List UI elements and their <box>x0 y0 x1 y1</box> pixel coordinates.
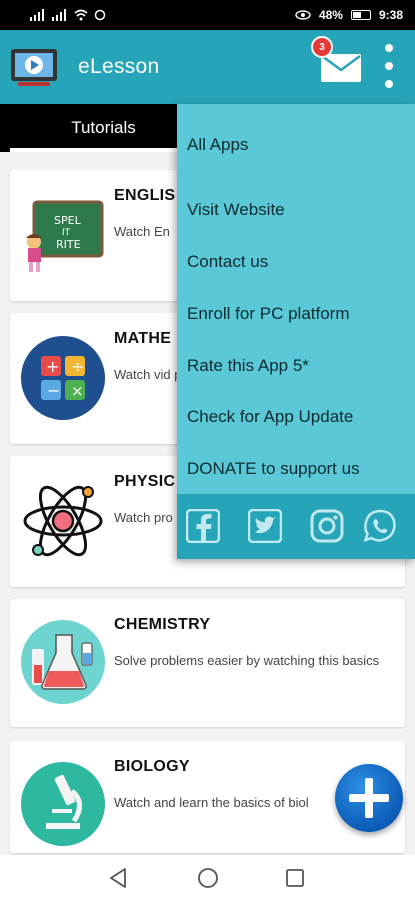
facebook-icon[interactable] <box>186 509 220 543</box>
dot-icon <box>385 62 393 70</box>
card-title: PHYSIC <box>114 473 176 490</box>
app-logo-icon <box>11 49 57 86</box>
svg-text:×: × <box>71 382 84 400</box>
signal-icon <box>52 9 66 21</box>
svg-text:SPEL: SPEL <box>54 214 82 227</box>
dot-icon <box>385 80 393 88</box>
plus-icon <box>349 778 389 818</box>
menu-item-rate-app[interactable]: Rate this App 5* <box>187 356 309 376</box>
clock: 9:38 <box>378 8 403 22</box>
recents-icon[interactable] <box>285 868 305 888</box>
tab-indicator <box>10 148 198 152</box>
svg-text:+: + <box>46 357 59 376</box>
menu-item-visit-website[interactable]: Visit Website <box>187 200 285 220</box>
status-right: 48% 9:38 <box>295 8 403 22</box>
menu-item-donate[interactable]: DONATE to support us <box>187 459 360 479</box>
card-title: BIOLOGY <box>114 758 190 775</box>
app-title: eLesson <box>78 55 160 78</box>
eye-icon <box>295 10 311 20</box>
battery-percent: 48% <box>318 8 343 22</box>
chalkboard-icon: SPEL IT RITE <box>26 200 104 272</box>
card-title: MATHE <box>114 330 172 347</box>
system-nav-bar <box>0 855 415 900</box>
card-title: ENGLIS <box>114 187 176 204</box>
svg-text:IT: IT <box>62 228 71 238</box>
calculator-icon: + ÷ − × <box>21 336 105 420</box>
dot-icon <box>385 44 393 52</box>
add-fab-button[interactable] <box>335 764 403 832</box>
status-bar: 48% 9:38 <box>0 0 415 30</box>
card-description: Solve problems easier by watching this b… <box>114 653 380 668</box>
menu-item-contact-us[interactable]: Contact us <box>187 252 268 272</box>
app-bar: eLesson 3 <box>0 30 415 104</box>
instagram-icon[interactable] <box>310 509 344 543</box>
subject-card-chemistry[interactable]: CHEMISTRY Solve problems easier by watch… <box>10 599 405 727</box>
atom-icon <box>23 485 103 557</box>
overflow-menu-button[interactable] <box>382 44 396 88</box>
overflow-dropdown-menu: All Apps Visit Website Contact us Enroll… <box>177 104 415 559</box>
menu-item-enroll-pc[interactable]: Enroll for PC platform <box>187 304 350 324</box>
status-left-icons <box>30 9 106 21</box>
back-icon[interactable] <box>108 867 128 889</box>
menu-item-all-apps[interactable]: All Apps <box>187 135 248 155</box>
svg-text:RITE: RITE <box>56 238 81 251</box>
sync-icon <box>94 9 106 21</box>
battery-icon <box>350 10 371 20</box>
twitter-icon[interactable] <box>248 509 282 543</box>
notification-badge: 3 <box>311 36 333 58</box>
flask-icon <box>21 620 105 704</box>
home-icon[interactable] <box>197 867 219 889</box>
social-links-bar <box>177 494 415 559</box>
tab-tutorials[interactable]: Tutorials <box>0 104 207 152</box>
whatsapp-icon[interactable] <box>363 509 397 543</box>
card-title: CHEMISTRY <box>114 616 211 633</box>
svg-text:−: − <box>47 381 60 400</box>
svg-text:÷: ÷ <box>71 357 84 376</box>
menu-item-check-update[interactable]: Check for App Update <box>187 407 353 427</box>
wifi-icon <box>74 9 88 21</box>
signal-icon <box>30 9 44 21</box>
microscope-icon <box>21 762 105 846</box>
